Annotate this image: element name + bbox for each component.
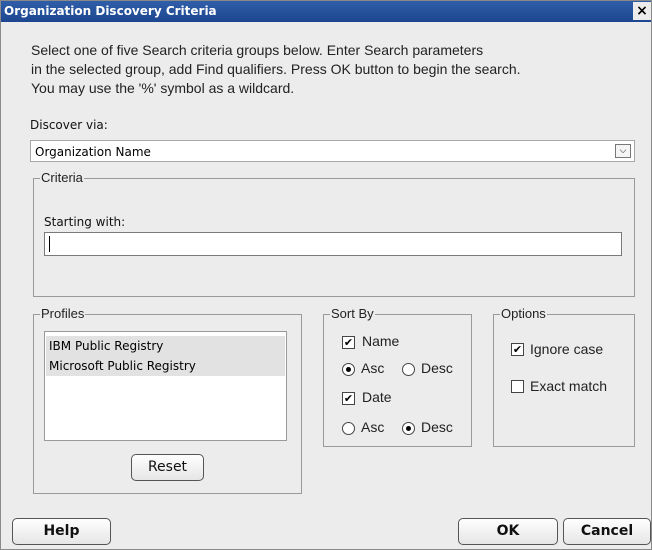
name-desc-label: Desc <box>421 360 453 376</box>
cancel-button[interactable]: Cancel <box>563 518 651 545</box>
help-button[interactable]: Help <box>12 518 111 545</box>
discover-via-value: Organization Name <box>35 145 151 159</box>
date-asc-radio[interactable] <box>342 422 355 435</box>
sort-name-checkbox[interactable]: ✔ <box>342 336 355 349</box>
text-caret <box>49 236 50 252</box>
exact-match-label: Exact match <box>530 378 608 394</box>
ignore-case-label: Ignore case <box>530 341 604 357</box>
dialog-window: Organization Discovery Criteria × Select… <box>0 0 652 550</box>
name-asc-label: Asc <box>361 360 385 376</box>
date-asc-label: Asc <box>361 419 385 435</box>
instruction-line: in the selected group, add Find qualifie… <box>31 61 521 77</box>
exact-match-checkbox[interactable] <box>511 380 524 393</box>
name-desc-radio[interactable] <box>402 363 415 376</box>
starting-with-input[interactable] <box>44 232 622 256</box>
reset-button[interactable]: Reset <box>131 454 204 481</box>
date-desc-label: Desc <box>421 419 453 435</box>
profiles-legend: Profiles <box>40 306 86 321</box>
ok-button[interactable]: OK <box>458 518 558 545</box>
sort-date-checkbox[interactable]: ✔ <box>342 392 355 405</box>
sort-date-label: Date <box>362 389 392 405</box>
sort-name-label: Name <box>362 333 400 349</box>
chevron-down-icon[interactable]: ⌵ <box>615 144 631 158</box>
options-legend: Options <box>500 306 547 321</box>
date-desc-radio[interactable] <box>402 422 415 435</box>
list-item[interactable]: Microsoft Public Registry <box>46 356 285 376</box>
close-icon[interactable]: × <box>633 2 651 20</box>
discover-via-label: Discover via: <box>30 118 108 132</box>
instructions: Select one of five Search criteria group… <box>31 41 631 98</box>
list-item[interactable]: IBM Public Registry <box>46 336 285 356</box>
title-bar: Organization Discovery Criteria × <box>1 1 651 22</box>
name-asc-radio[interactable] <box>342 363 355 376</box>
ignore-case-checkbox[interactable]: ✔ <box>511 343 524 356</box>
starting-with-label: Starting with: <box>44 215 126 229</box>
instruction-line: Select one of five Search criteria group… <box>31 42 484 58</box>
instruction-line: You may use the '%' symbol as a wildcard… <box>31 80 295 96</box>
window-title: Organization Discovery Criteria <box>4 4 217 18</box>
sort-by-legend: Sort By <box>330 306 375 321</box>
profiles-list[interactable]: IBM Public Registry Microsoft Public Reg… <box>44 331 287 441</box>
criteria-legend: Criteria <box>40 170 84 185</box>
discover-via-select[interactable]: Organization Name ⌵ <box>30 140 635 162</box>
